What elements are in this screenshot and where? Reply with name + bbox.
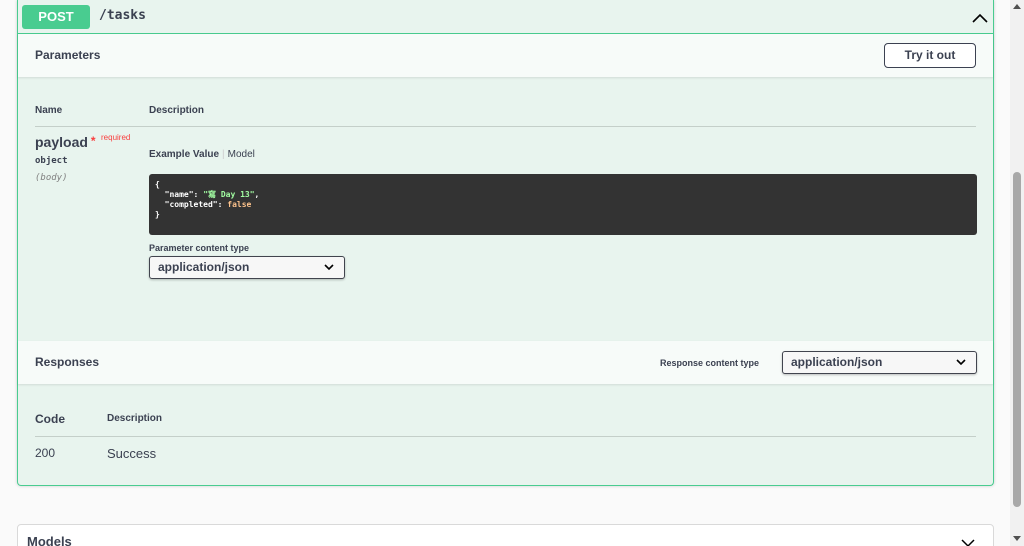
tab-model[interactable]: Model — [228, 149, 255, 160]
tab-separator: | — [222, 149, 225, 160]
param-type: object — [35, 156, 68, 166]
param-col-name: Name — [35, 105, 63, 116]
parameter-content-type-value: application/json — [158, 260, 250, 274]
param-name: payload * — [35, 134, 96, 150]
response-col-code: Code — [35, 412, 65, 426]
try-it-out-button[interactable]: Try it out — [884, 43, 976, 68]
json-value-completed: false — [227, 200, 252, 209]
json-open-brace: { — [155, 180, 160, 189]
required-label: required — [101, 133, 131, 142]
models-section[interactable]: Models — [17, 524, 994, 546]
json-key-name: "name" — [164, 190, 194, 199]
chevron-up-icon[interactable] — [971, 9, 989, 27]
parameter-content-type-select[interactable]: application/json — [149, 256, 345, 279]
response-content-type-select[interactable]: application/json — [782, 351, 977, 374]
http-method-badge: POST — [22, 5, 90, 29]
param-location: (body) — [35, 173, 68, 183]
json-key-completed: "completed" — [164, 200, 218, 209]
json-close-brace: } — [155, 210, 160, 219]
parameters-title: Parameters — [35, 48, 101, 62]
response-content-type-value: application/json — [791, 355, 883, 369]
response-description: Success — [107, 446, 157, 461]
response-code: 200 — [35, 446, 56, 460]
swagger-page: POST /tasks Parameters Try it out Name D… — [0, 0, 1024, 546]
tab-example-value[interactable]: Example Value — [149, 149, 219, 160]
operation-block-post-tasks: POST /tasks Parameters Try it out Name D… — [17, 0, 994, 486]
responses-title: Responses — [35, 355, 100, 369]
param-name-label: payload — [35, 134, 88, 150]
models-title: Models — [27, 534, 72, 546]
param-col-description: Description — [149, 105, 205, 116]
vertical-scrollbar[interactable] — [1010, 0, 1024, 546]
operation-summary[interactable]: POST /tasks — [18, 0, 993, 34]
parameters-header: Parameters Try it out — [18, 34, 993, 77]
response-col-description: Description — [107, 413, 163, 424]
required-star: * — [90, 134, 96, 148]
scroll-down-arrow-icon[interactable] — [1013, 536, 1021, 541]
chevron-down-icon — [324, 264, 334, 271]
chevron-down-icon — [956, 359, 966, 366]
response-content-type-label: Response content type — [660, 358, 760, 368]
scroll-up-arrow-icon[interactable] — [1013, 4, 1021, 9]
example-value-code: { "name": "寫 Day 13", "completed": false… — [149, 174, 977, 235]
operation-path: /tasks — [99, 8, 146, 23]
param-header-divider — [35, 126, 976, 127]
chevron-down-icon[interactable] — [960, 535, 976, 546]
response-header-divider — [35, 436, 976, 437]
parameter-content-type-label: Parameter content type — [149, 243, 250, 253]
scrollbar-thumb[interactable] — [1013, 172, 1021, 507]
example-model-tabs: Example Value | Model — [149, 149, 255, 160]
json-value-name: "寫 Day 13" — [203, 190, 255, 199]
